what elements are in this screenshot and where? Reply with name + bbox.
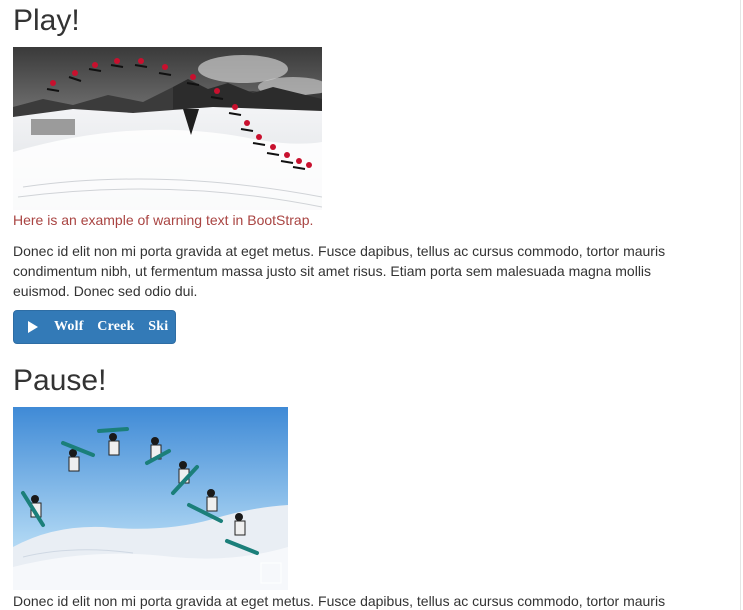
wolf-creek-ski-button[interactable]: Wolf Creek Ski <box>13 310 176 344</box>
play-heading: Play! <box>13 4 80 37</box>
snowboard-sequence-photo <box>13 47 322 210</box>
warning-text: Here is an example of warning text in Bo… <box>13 212 314 228</box>
button-label: Wolf Creek Ski <box>54 319 169 334</box>
pause-paragraph: Donec id elit non mi porta gravida at eg… <box>13 593 666 609</box>
play-icon <box>28 321 38 333</box>
page: Play! Here is an example of warning text… <box>0 0 743 610</box>
right-divider <box>740 0 741 610</box>
pause-heading: Pause! <box>13 364 107 397</box>
snowboard-spin-photo <box>13 407 288 590</box>
play-paragraph: Donec id elit non mi porta gravida at eg… <box>13 243 666 299</box>
